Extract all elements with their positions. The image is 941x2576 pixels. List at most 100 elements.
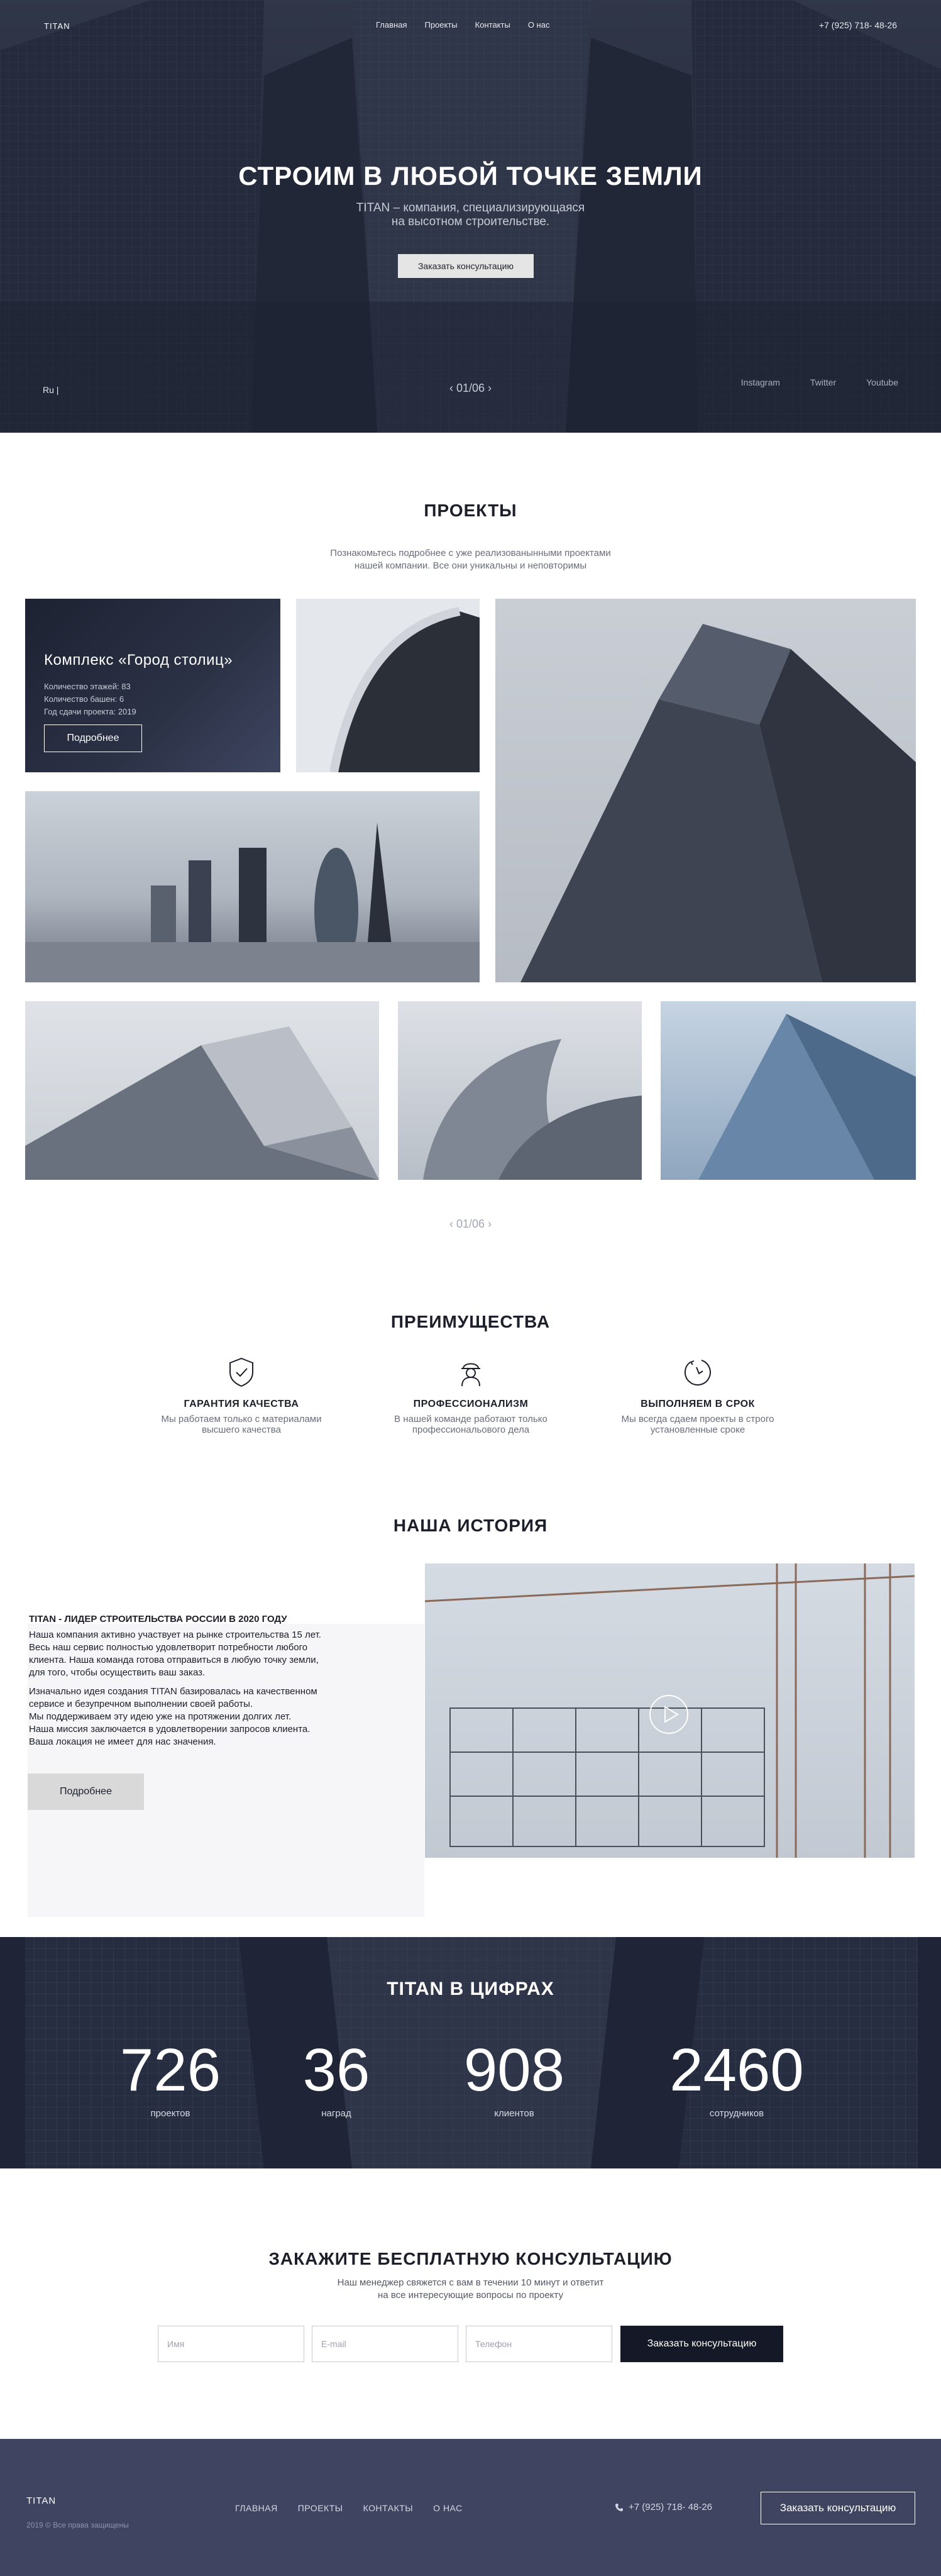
nav-item-about[interactable]: О нас xyxy=(528,20,550,30)
shield-check-icon xyxy=(229,1357,253,1387)
advantage-desc: В нашей команде работают только професси… xyxy=(377,1414,565,1435)
advantage-desc-line: установленные сроке xyxy=(650,1424,746,1435)
footer-phone: +7 (925) 718- 48-26 xyxy=(629,2502,713,2512)
footer-nav-projects[interactable]: ПРОЕКТЫ xyxy=(298,2503,343,2513)
hero-section: TITAN Главная Проекты Контакты О нас +7 … xyxy=(0,0,941,433)
project-image xyxy=(329,607,480,772)
project-image xyxy=(698,1014,916,1180)
consultation-submit-button[interactable]: Заказать консультацию xyxy=(620,2326,783,2362)
worker-icon xyxy=(461,1363,480,1387)
hero-consultation-button[interactable]: Заказать консультацию xyxy=(398,254,534,278)
projects-description: Познакомьтесь подробнее с уже реализован… xyxy=(0,547,941,572)
history-paragraph-2: Изначально идея создания TITAN базировал… xyxy=(29,1685,356,1748)
project-tile-angular-building[interactable] xyxy=(25,1001,379,1180)
advantage-title: ПРОФЕССИОНАЛИЗМ xyxy=(413,1399,529,1409)
social-links: Instagram Twitter Youtube xyxy=(741,377,898,387)
consultation-description: Наш менеджер свяжется с вам в течении 10… xyxy=(0,2277,941,2302)
project-tile-city-skyline[interactable] xyxy=(25,791,480,982)
header-menu: Главная Проекты Контакты О нас xyxy=(376,20,549,30)
advantages-title: ПРЕИМУЩЕСТВА xyxy=(390,1312,551,1331)
stat-label: проектов xyxy=(150,2108,190,2119)
stat-value: 908 xyxy=(463,2036,565,2104)
footer-nav-about[interactable]: О НАС xyxy=(433,2503,463,2513)
chevron-left-icon[interactable]: ‹ xyxy=(449,1218,453,1230)
projects-slider-pager: ‹ 01/06 › xyxy=(0,1218,941,1231)
footer-nav-home[interactable]: ГЛАВНАЯ xyxy=(235,2503,278,2513)
advantage-desc: Мы всегда сдаем проекты в строго установ… xyxy=(603,1414,792,1435)
history-line: Весь наш сервис полностью удовлетворит п… xyxy=(29,1642,308,1653)
project-image xyxy=(520,624,916,982)
hero-subtitle: TITAN – компания, специализирующаяся на … xyxy=(0,201,941,229)
stat-projects: 726 проектов xyxy=(95,2039,246,2119)
chevron-right-icon[interactable]: › xyxy=(488,1218,492,1230)
hero-subtitle-line: на высотном строительстве. xyxy=(391,215,550,228)
phone-field[interactable] xyxy=(466,2326,612,2362)
stat-label: сотрудников xyxy=(709,2108,764,2119)
play-icon[interactable] xyxy=(649,1694,689,1735)
advantage-title: ВЫПОЛНЯЕМ В СРОК xyxy=(641,1399,755,1409)
social-link-youtube[interactable]: Youtube xyxy=(866,377,898,387)
chevron-left-icon[interactable]: ‹ xyxy=(449,382,453,394)
history-heading: TITAN - ЛИДЕР СТРОИТЕЛЬСТВА РОССИИ В 202… xyxy=(29,1614,287,1624)
project-tile-glass-tower[interactable] xyxy=(661,1001,916,1180)
chevron-right-icon[interactable]: › xyxy=(488,382,492,394)
footer-consultation-button[interactable]: Заказать консультацию xyxy=(761,2492,915,2524)
project-tile-wavy-building[interactable] xyxy=(398,1001,642,1180)
stat-value: 726 xyxy=(119,2036,221,2104)
footer-copyright: 2019 © Все права защищены xyxy=(26,2521,129,2529)
project-floors: Количество этажей: 83 xyxy=(44,682,131,691)
project-tile-curved-tower[interactable] xyxy=(296,599,480,772)
footer-nav-contacts[interactable]: КОНТАКТЫ xyxy=(363,2503,414,2513)
advantage-title: ГАРАНТИЯ КАЧЕСТВА xyxy=(184,1399,299,1409)
footer-logo[interactable]: TITAN xyxy=(26,2496,56,2506)
projects-title: ПРОЕКТЫ xyxy=(424,501,517,520)
project-more-button[interactable]: Подробнее xyxy=(44,724,142,752)
projects-description-line: Познакомьтесь подробнее с уже реализован… xyxy=(330,548,611,558)
phone-icon xyxy=(615,2503,623,2511)
advantage-professionalism: ПРОФЕССИОНАЛИЗМ В нашей команде работают… xyxy=(377,1357,565,1435)
project-feature-card[interactable]: Комплекс «Город столиц» Количество этаже… xyxy=(25,599,280,772)
header-phone[interactable]: +7 (925) 718- 48-26 xyxy=(819,20,897,30)
advantage-desc: Мы работаем только с материалами высшего… xyxy=(147,1414,336,1435)
history-paragraph-1: Наша компания активно участвует на рынке… xyxy=(29,1629,356,1679)
top-navigation: TITAN Главная Проекты Контакты О нас +7 … xyxy=(0,19,941,33)
advantage-desc-line: В нашей команде работают только xyxy=(394,1414,548,1424)
project-year: Год сдачи проекта: 2019 xyxy=(44,707,136,716)
hero-subtitle-line: TITAN – компания, специализирующаяся xyxy=(356,201,585,214)
social-link-twitter[interactable]: Twitter xyxy=(810,377,836,387)
nav-item-home[interactable]: Главная xyxy=(376,20,407,30)
stat-label: наград xyxy=(321,2108,351,2119)
projects-slide-counter: 01/06 xyxy=(456,1218,485,1230)
header-logo[interactable]: TITAN xyxy=(44,21,70,31)
footer-phone-link[interactable]: +7 (925) 718- 48-26 xyxy=(615,2502,712,2512)
numbers-title: TITAN В ЦИФРАХ xyxy=(387,1979,554,1999)
history-line: для того, чтобы осуществить ваш заказ. xyxy=(29,1667,206,1678)
history-line: сервисе и безупречном выполнении своей р… xyxy=(29,1699,253,1709)
history-line: Мы поддерживаем эту идею уже на протяжен… xyxy=(29,1711,292,1722)
advantage-desc-line: профессиональового дела xyxy=(412,1424,530,1435)
history-line: Изначально идея создания TITAN базировал… xyxy=(29,1686,317,1697)
nav-item-contacts[interactable]: Контакты xyxy=(475,20,510,30)
stat-value: 36 xyxy=(302,2036,370,2104)
history-video[interactable] xyxy=(425,1563,915,1858)
project-image xyxy=(25,823,480,982)
consultation-description-line: Наш менеджер свяжется с вам в течении 10… xyxy=(337,2277,604,2288)
history-title: НАША ИСТОРИЯ xyxy=(393,1516,548,1535)
stat-employees: 2460 сотрудников xyxy=(661,2039,812,2119)
history-line: Наша компания активно участвует на рынке… xyxy=(29,1629,321,1640)
projects-description-line: нашей компании. Все они уникальны и непо… xyxy=(354,560,587,571)
project-image xyxy=(423,1039,642,1180)
advantage-desc-line: Мы всегда сдаем проекты в строго xyxy=(621,1414,774,1424)
advantage-desc-line: высшего качества xyxy=(202,1424,281,1435)
stat-value: 2460 xyxy=(669,2036,804,2104)
hero-title: СТРОИМ В ЛЮБОЙ ТОЧКЕ ЗЕМЛИ xyxy=(238,161,703,191)
project-feature-title: Комплекс «Город столиц» xyxy=(44,652,233,669)
social-link-instagram[interactable]: Instagram xyxy=(741,377,780,387)
stat-clients: 908 клиентов xyxy=(439,2039,590,2119)
nav-item-projects[interactable]: Проекты xyxy=(424,20,457,30)
email-field[interactable] xyxy=(312,2326,458,2362)
history-more-button[interactable]: Подробнее xyxy=(28,1774,144,1810)
project-tile-tall-tower[interactable] xyxy=(495,599,916,982)
advantage-quality: ГАРАНТИЯ КАЧЕСТВА Мы работаем только с м… xyxy=(147,1357,336,1435)
name-field[interactable] xyxy=(158,2326,304,2362)
